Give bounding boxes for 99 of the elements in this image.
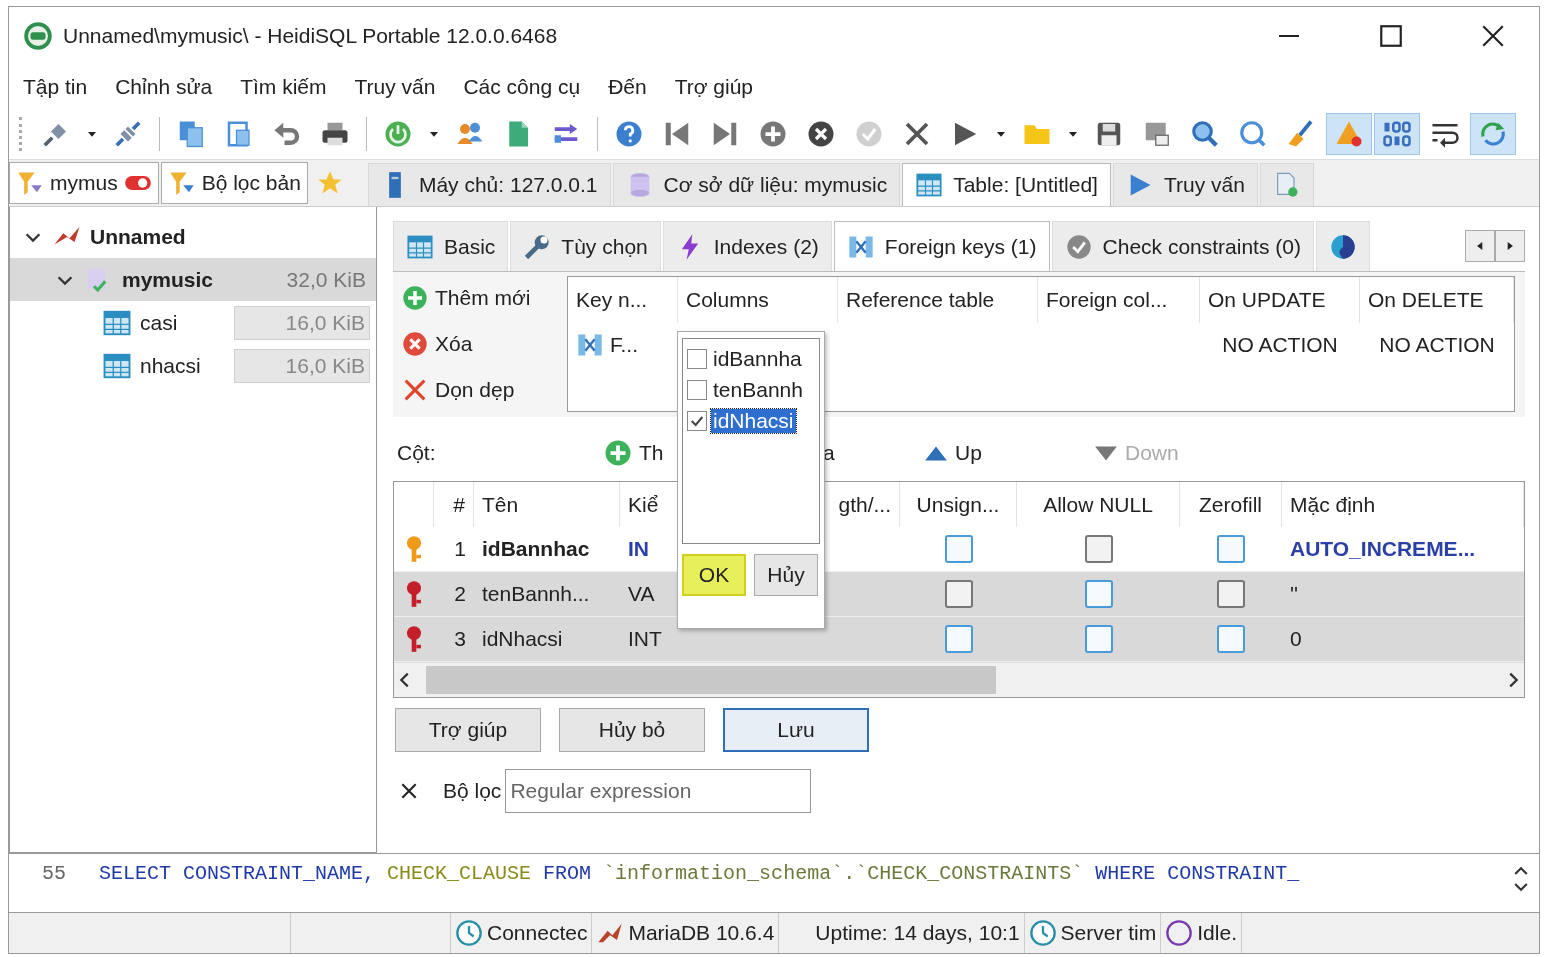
tab[interactable]: Check constraints (0): [1051, 221, 1314, 271]
grid-icon[interactable]: [1374, 113, 1420, 155]
column-header[interactable]: Kiể: [628, 492, 659, 517]
column-header[interactable]: Reference table: [838, 277, 1038, 323]
status-item: Idle.: [1161, 913, 1242, 953]
tab[interactable]: [1315, 221, 1370, 271]
table-cell: F...: [568, 323, 678, 367]
tab[interactable]: Truy vấn: [1112, 163, 1258, 206]
menu-item[interactable]: Tìm kiếm: [240, 75, 327, 99]
line-number: 55: [41, 862, 67, 885]
close-icon[interactable]: [399, 781, 419, 801]
section-label: Cột:: [396, 441, 437, 465]
menu-item[interactable]: Các công cụ: [463, 75, 581, 99]
column-header[interactable]: On DELETE: [1360, 277, 1514, 323]
table-icon: [915, 171, 944, 199]
table-cell: VA: [628, 582, 655, 606]
dialog-button[interactable]: Trợ giúp: [395, 708, 541, 752]
tree-item[interactable]: Unnamed: [10, 215, 376, 258]
filter-label: Bộ lọc: [443, 779, 502, 803]
wrench-icon: [523, 232, 552, 261]
filter-tab[interactable]: mymus: [9, 162, 159, 204]
close-circle-icon: [401, 330, 429, 358]
size-bar: 16,0 KiB: [234, 348, 370, 383]
check-circle-icon: [1064, 232, 1093, 261]
checkbox[interactable]: [687, 348, 707, 369]
app-icon: [23, 21, 53, 51]
checkbox[interactable]: [687, 379, 707, 400]
clock-icon: [1028, 919, 1057, 947]
tab[interactable]: Basic: [393, 221, 509, 271]
tree-item[interactable]: mymusic 32,0 KiB: [10, 258, 376, 301]
menu-item[interactable]: Tập tin: [23, 75, 88, 99]
filter-tab[interactable]: Bộ lọc bản: [160, 162, 308, 204]
tab[interactable]: Tùy chọn: [510, 221, 661, 271]
tree-item[interactable]: casi 16,0 KiB: [10, 301, 376, 344]
dialog-button[interactable]: Hủy bỏ: [559, 708, 705, 752]
tab[interactable]: Table: [Untitled]: [902, 163, 1111, 206]
size-bar: 16,0 KiB: [234, 305, 370, 340]
status-item: Server tim: [1024, 913, 1162, 953]
table-row[interactable]: 3 idNhacsi INT 0: [394, 617, 1524, 662]
code-line: SELECT CONSTRAINT_NAME, CHECK_CLAUSE FROM `information_schema`.`CHECK_CONSTRAINTS` WHERE CONSTRAINT_: [99, 862, 1301, 885]
toolbar-button[interactable]: Th: [603, 438, 664, 468]
table-cell: IN: [628, 537, 649, 561]
dialog-button[interactable]: Lưu: [723, 708, 869, 752]
window-title: Unnamed\mymusic\ - HeidiSQL Portable 12.0.0.6468: [63, 24, 558, 48]
maximize-icon: [1378, 23, 1404, 49]
column-header[interactable]: Columns: [678, 277, 838, 323]
toolbar-button[interactable]: Thêm mới: [401, 276, 567, 320]
clock-icon: [455, 919, 483, 947]
status-item: Connectec: [451, 913, 593, 953]
scroll-left-button[interactable]: [1465, 230, 1495, 262]
checkbox[interactable]: [1084, 580, 1113, 608]
menu-item[interactable]: Trợ giúp: [674, 75, 754, 99]
column-header[interactable]: Allow NULL: [1043, 492, 1153, 517]
toolbar-button[interactable]: Up: [923, 440, 982, 466]
checkbox[interactable]: [1217, 625, 1245, 653]
popup-button[interactable]: OK: [682, 554, 746, 596]
tab[interactable]: Indexes (2): [662, 221, 832, 271]
circle-icon: [1165, 919, 1194, 947]
column-header[interactable]: On UPDATE: [1200, 277, 1360, 323]
status-item: MariaDB 10.6.4: [592, 913, 780, 953]
tab[interactable]: Máy chủ: 127.0.0.1: [367, 163, 611, 206]
plus-circle-icon: [401, 284, 429, 312]
column-header[interactable]: Zerofill: [1199, 492, 1262, 517]
status-item: Uptime: 14 days, 10:1: [779, 913, 1025, 953]
checkbox[interactable]: [944, 535, 973, 563]
filter-field[interactable]: Regular expression: [505, 769, 812, 813]
checkbox[interactable]: [1217, 535, 1245, 563]
column-header[interactable]: Tên: [482, 492, 519, 517]
toolbar-button[interactable]: Dọn dẹp: [401, 368, 567, 412]
tab[interactable]: Foreign keys (1): [833, 221, 1050, 271]
close-icon: [1480, 23, 1506, 49]
toolbar-button[interactable]: Xóa: [401, 322, 567, 366]
menu-item[interactable]: Đến: [608, 75, 647, 99]
column-header[interactable]: Unsign...: [916, 492, 1000, 517]
table-cell-text: NO ACTION: [1221, 332, 1339, 358]
warning-icon[interactable]: [1326, 113, 1372, 155]
tree-item[interactable]: nhacsi 16,0 KiB: [10, 344, 376, 387]
horizontal-scrollbar[interactable]: [394, 662, 1524, 697]
list-item[interactable]: idBannha: [683, 343, 819, 374]
size-label: 32,0 KiB: [285, 266, 367, 293]
table-cell: INT: [628, 627, 662, 651]
column-header[interactable]: gth/...: [838, 492, 891, 517]
column-header[interactable]: Mặc định: [1290, 492, 1376, 517]
table-cell-text: NO ACTION: [1378, 332, 1496, 358]
globe-icon: [1328, 232, 1357, 261]
tab[interactable]: Cơ sở dữ liệu: mymusic: [612, 163, 901, 206]
checkbox[interactable]: [1084, 625, 1113, 653]
plus-circle-icon: [603, 438, 633, 468]
list-item[interactable]: tenBannh: [683, 374, 819, 405]
column-header[interactable]: Foreign col...: [1038, 277, 1200, 323]
scroll-right-button[interactable]: [1495, 230, 1525, 262]
minimize-icon: [1276, 35, 1302, 37]
checkbox[interactable]: [687, 410, 707, 431]
menu-item[interactable]: Truy vấn: [354, 75, 436, 99]
checkbox[interactable]: [944, 625, 973, 653]
menu-item[interactable]: Chỉnh sửa: [115, 75, 213, 99]
column-header[interactable]: #: [453, 492, 465, 517]
popup-button[interactable]: Hủy: [754, 554, 818, 596]
column-header[interactable]: Key n...: [568, 277, 678, 323]
